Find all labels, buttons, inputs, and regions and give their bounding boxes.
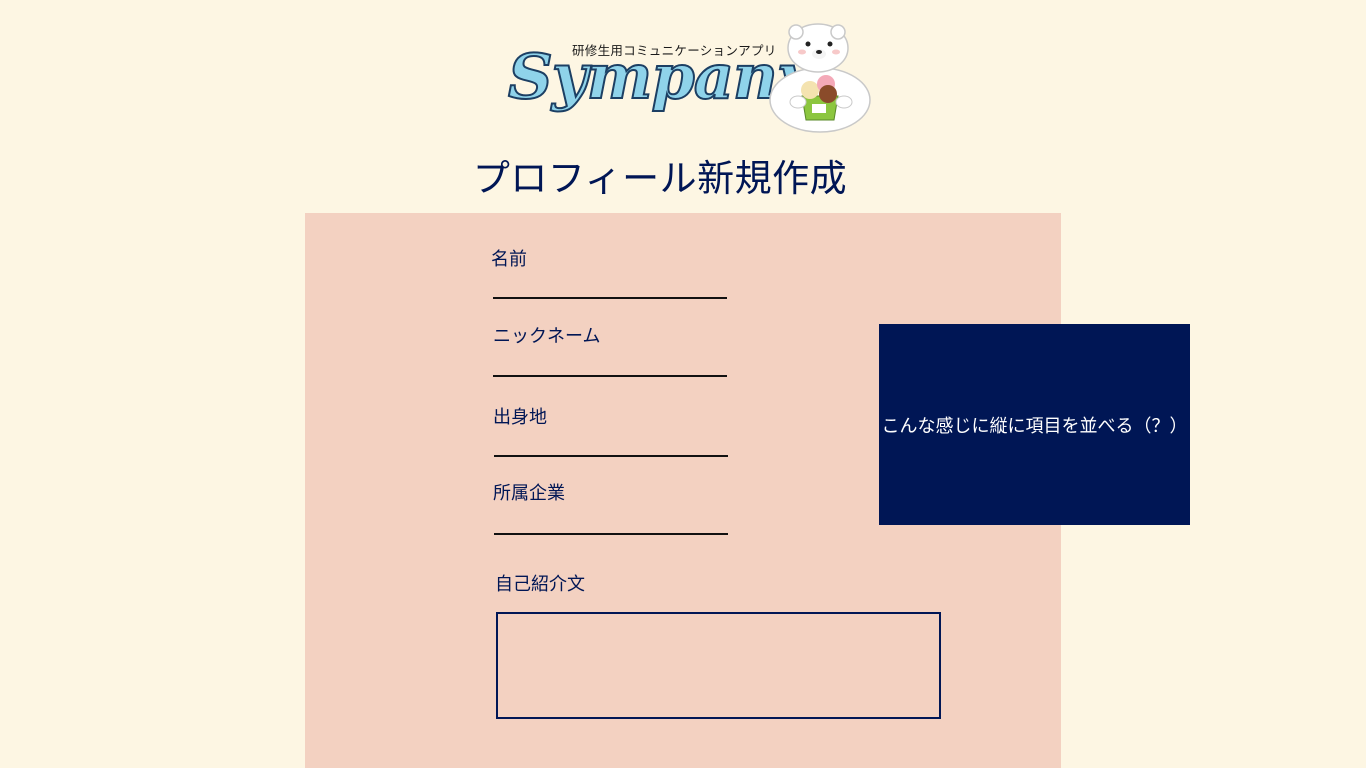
sympany-logo: Sympany 研修生用コミュニケーションアプリ [507, 22, 880, 138]
layout-note: こんな感じに縦に項目を並べる（？） [879, 324, 1190, 525]
nickname-input[interactable] [493, 346, 727, 374]
company-input[interactable] [494, 504, 728, 532]
page: Sympany 研修生用コミュニケーションアプリ プロフィール新規作成 名前 ニ… [0, 0, 1366, 768]
layout-note-text: こんな感じに縦に項目を並べる（？） [881, 415, 1188, 437]
bio-textarea[interactable] [496, 612, 941, 719]
page-title: プロフィール新規作成 [0, 148, 1320, 202]
polar-bear-with-ice-cream-icon [769, 23, 871, 133]
bio-label: 自己紹介文 [495, 574, 585, 595]
nickname-underline [493, 375, 727, 377]
logo-tagline: 研修生用コミュニケーションアプリ [572, 43, 777, 58]
company-label: 所属企業 [493, 483, 565, 504]
name-underline [493, 297, 727, 299]
name-input[interactable] [493, 268, 727, 296]
company-underline [494, 533, 728, 535]
nickname-label: ニックネーム [493, 326, 601, 347]
hometown-underline [494, 455, 728, 457]
page-title-text: プロフィール新規作成 [472, 157, 848, 200]
hometown-input[interactable] [494, 426, 728, 454]
